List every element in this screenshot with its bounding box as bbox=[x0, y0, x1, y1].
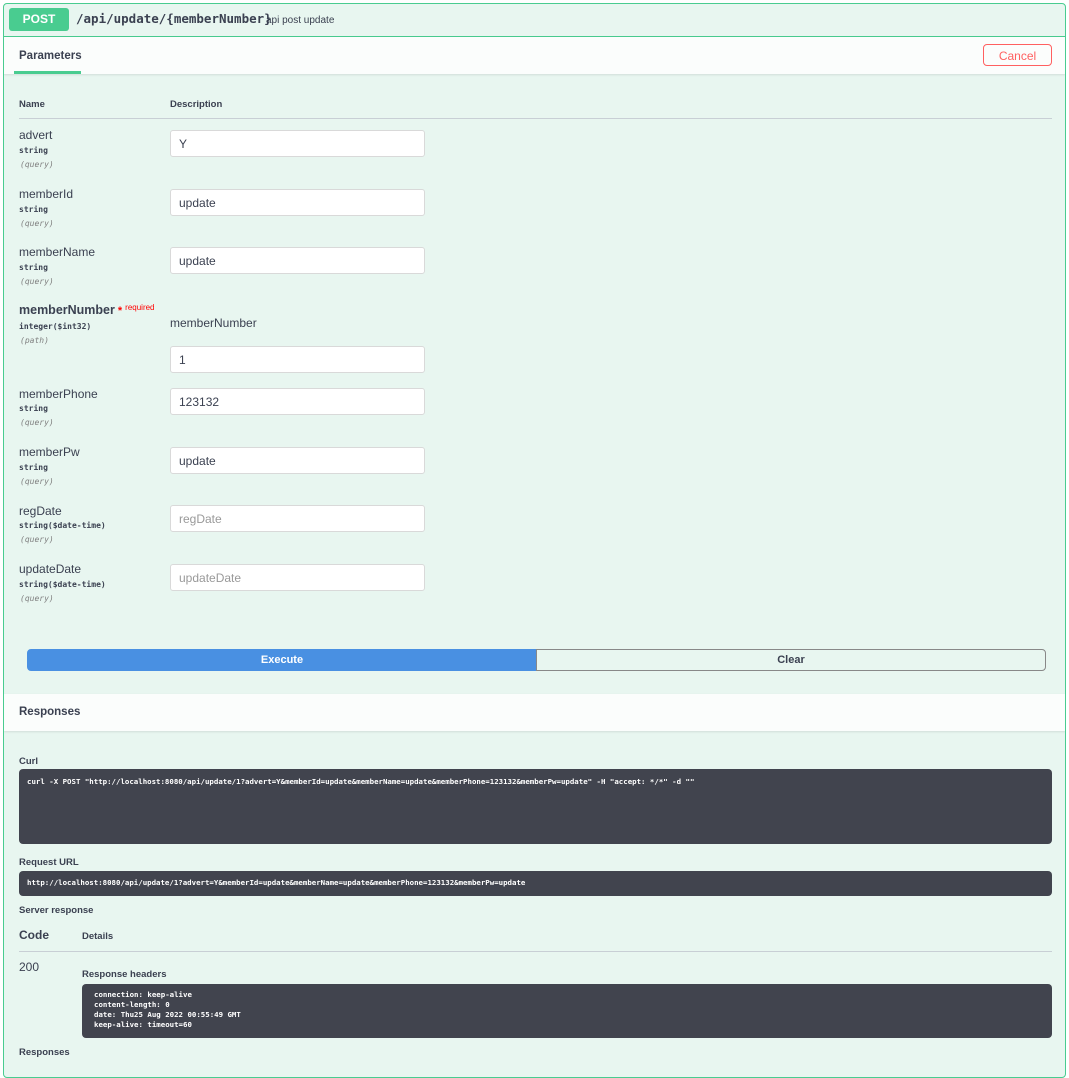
memberphone-input[interactable] bbox=[170, 388, 425, 415]
clear-button[interactable]: Clear bbox=[536, 649, 1046, 671]
operation-path: /api/update/{memberNumber} bbox=[76, 11, 272, 26]
tab-active-indicator bbox=[14, 71, 81, 74]
curl-command-box[interactable]: curl -X POST "http://localhost:8080/api/… bbox=[19, 769, 1052, 844]
param-name: memberId bbox=[19, 187, 74, 201]
param-type: string bbox=[19, 205, 48, 214]
responses-title: Responses bbox=[19, 706, 81, 718]
param-type: string($date-time) bbox=[19, 580, 106, 589]
column-header-description: Description bbox=[170, 99, 223, 110]
param-location: (path) bbox=[20, 336, 49, 345]
param-type: string bbox=[19, 463, 48, 472]
param-type: string bbox=[19, 404, 48, 413]
cancel-button[interactable]: Cancel bbox=[983, 44, 1052, 66]
parameters-header: Parameters Cancel bbox=[4, 37, 1065, 74]
request-url-label: Request URL bbox=[19, 857, 79, 868]
param-name: memberName bbox=[19, 245, 96, 259]
response-header-line: content-length: 0 bbox=[94, 1000, 170, 1009]
http-method-badge: POST bbox=[9, 8, 69, 31]
memberid-input[interactable] bbox=[170, 189, 425, 216]
curl-label: Curl bbox=[19, 756, 38, 767]
param-description: memberNumber bbox=[170, 316, 257, 330]
param-location: (query) bbox=[20, 277, 54, 286]
memberpw-input[interactable] bbox=[170, 447, 425, 474]
param-type: string($date-time) bbox=[19, 521, 106, 530]
membername-input[interactable] bbox=[170, 247, 425, 274]
operation-summary[interactable]: POST /api/update/{memberNumber} api post… bbox=[4, 4, 1065, 37]
operation-block: POST /api/update/{memberNumber} api post… bbox=[3, 3, 1066, 1078]
param-name: regDate bbox=[19, 504, 62, 518]
param-location: (query) bbox=[20, 219, 54, 228]
tab-parameters[interactable]: Parameters bbox=[19, 50, 82, 62]
param-location: (query) bbox=[20, 160, 54, 169]
param-name: updateDate bbox=[19, 562, 82, 576]
regdate-input[interactable] bbox=[170, 505, 425, 532]
param-type: string bbox=[19, 263, 48, 272]
response-status-code: 200 bbox=[19, 960, 40, 974]
response-headers-box[interactable]: connection: keep-alive content-length: 0… bbox=[82, 984, 1052, 1038]
details-column-header: Details bbox=[82, 931, 114, 942]
param-type: integer($int32) bbox=[19, 322, 92, 331]
responses-footer-label: Responses bbox=[19, 1047, 70, 1058]
param-name: memberPhone bbox=[19, 387, 98, 401]
membernumber-input[interactable] bbox=[170, 346, 425, 373]
param-type: string bbox=[19, 146, 48, 155]
param-name-required: memberNumber * required bbox=[19, 303, 155, 317]
execute-button[interactable]: Execute bbox=[27, 649, 537, 671]
advert-input[interactable] bbox=[170, 130, 425, 157]
request-url-box[interactable]: http://localhost:8080/api/update/1?adver… bbox=[19, 871, 1052, 896]
response-headers-label: Response headers bbox=[82, 969, 167, 980]
param-location: (query) bbox=[20, 477, 54, 486]
responses-header: Responses bbox=[4, 694, 1065, 731]
server-response-label: Server response bbox=[19, 905, 94, 916]
table-divider bbox=[19, 118, 1052, 119]
param-location: (query) bbox=[20, 594, 54, 603]
param-name: memberPw bbox=[19, 445, 80, 459]
required-label: required bbox=[125, 303, 155, 312]
required-star: * bbox=[117, 305, 123, 317]
code-column-header: Code bbox=[19, 928, 49, 942]
param-location: (query) bbox=[20, 418, 54, 427]
param-location: (query) bbox=[20, 535, 54, 544]
updatedate-input[interactable] bbox=[170, 564, 425, 591]
param-name: advert bbox=[19, 128, 53, 142]
response-header-line: keep-alive: timeout=60 bbox=[94, 1020, 192, 1029]
param-name: memberNumber bbox=[19, 303, 115, 317]
response-table-divider bbox=[19, 951, 1052, 952]
operation-description: api post update bbox=[266, 15, 335, 26]
response-header-line: date: Thu25 Aug 2022 00:55:49 GMT bbox=[94, 1010, 241, 1019]
column-header-name: Name bbox=[19, 99, 45, 110]
response-header-line: connection: keep-alive bbox=[94, 990, 192, 999]
